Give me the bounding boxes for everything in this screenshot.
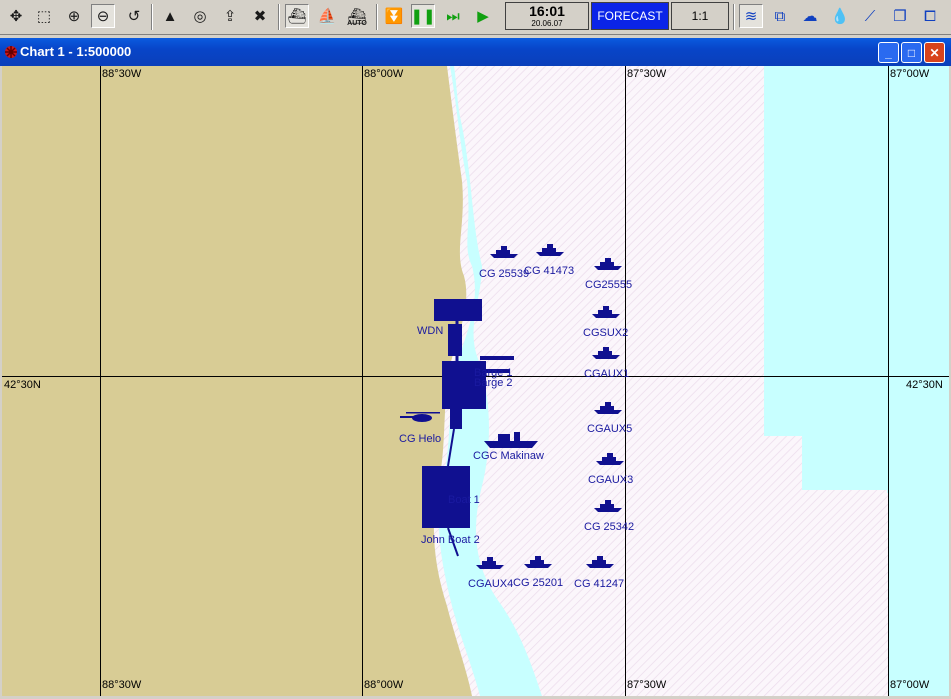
- vessel-label[interactable]: CGAUX3: [588, 474, 633, 486]
- longitude-label: 88°00W: [364, 679, 404, 691]
- cluster-block: [448, 324, 462, 356]
- cluster-label[interactable]: Barge 2: [474, 377, 513, 389]
- ship-view-icon[interactable]: ⛴: [285, 4, 309, 28]
- zoom-window-icon[interactable]: ⬚: [32, 4, 56, 28]
- export-icon[interactable]: ⇪: [218, 4, 242, 28]
- cluster-label[interactable]: Boat 1: [448, 494, 480, 506]
- longitude-label: 88°30W: [102, 68, 142, 80]
- undo-zoom-icon[interactable]: ↺: [122, 4, 146, 28]
- vessel-label[interactable]: CG25555: [585, 279, 632, 291]
- vessel-label[interactable]: CGAUX4: [468, 578, 513, 590]
- toolbar-separator: [733, 4, 735, 30]
- chart-window: Chart 1 - 1:500000 _ □ ✕ 88°30W 88°00W 8…: [0, 38, 951, 699]
- cluster-block: [450, 409, 462, 429]
- vessel-label[interactable]: CGSUX2: [583, 327, 628, 339]
- vessel-label[interactable]: CG 41247: [574, 578, 624, 590]
- clock-date: 20.06.07: [531, 19, 563, 28]
- longitude-label: 87°30W: [627, 68, 667, 80]
- forecast-button[interactable]: FORECAST: [591, 2, 669, 30]
- deep-water-area: [764, 66, 889, 490]
- maximize-button[interactable]: □: [901, 42, 922, 63]
- graph-icon[interactable]: ⧉: [768, 4, 792, 28]
- stop-icon[interactable]: ⏬: [382, 4, 406, 28]
- weather-icon[interactable]: ☁: [798, 4, 822, 28]
- vessel-icon[interactable]: ⛵: [315, 4, 339, 28]
- oil-spill-icon[interactable]: 💧: [828, 4, 852, 28]
- minimize-button[interactable]: _: [878, 42, 899, 63]
- pause-icon[interactable]: ❚❚: [410, 4, 436, 28]
- play-icon[interactable]: ▶: [471, 4, 495, 28]
- longitude-label: 88°00W: [364, 68, 404, 80]
- copy-icon[interactable]: ❐: [888, 4, 912, 28]
- windows-icon[interactable]: ⧠: [918, 4, 942, 28]
- vessel-label[interactable]: CG 41473: [524, 265, 574, 277]
- clock-time: 16:01: [529, 3, 565, 19]
- vessel-label[interactable]: CG Helo: [399, 433, 441, 445]
- auto-mode-button[interactable]: ⛴ AUTO: [345, 4, 369, 28]
- window-title: Chart 1 - 1:500000: [20, 44, 132, 59]
- main-toolbar: ✥ ⬚ ⊕ ⊖ ↺ ▲ ◎ ⇪ ✖ ⛴ ⛵ ⛴ AUTO ⏬ ❚❚ ⏭ ▶ 16:…: [0, 0, 951, 35]
- vessel-label[interactable]: CGAUX1: [584, 368, 629, 380]
- window-titlebar[interactable]: Chart 1 - 1:500000 _ □ ✕: [0, 38, 951, 66]
- simulation-clock: 16:01 20.06.07: [505, 2, 589, 30]
- vessel-label[interactable]: CG 25539: [479, 268, 529, 280]
- toolbar-separator: [151, 4, 153, 30]
- longitude-label: 87°00W: [890, 679, 930, 691]
- land-area: [2, 66, 472, 696]
- zoom-out-icon[interactable]: ⊖: [91, 4, 115, 28]
- fast-forward-icon[interactable]: ⏭: [441, 4, 465, 28]
- time-ratio-button[interactable]: 1:1: [671, 2, 729, 30]
- pan-icon[interactable]: ✥: [4, 4, 28, 28]
- longitude-label: 88°30W: [102, 679, 142, 691]
- vessel-label[interactable]: CG 25201: [513, 577, 563, 589]
- vessel-label[interactable]: CGAUX5: [587, 423, 632, 435]
- longitude-label: 87°00W: [890, 68, 930, 80]
- boom-icon[interactable]: ⟋: [858, 4, 882, 28]
- vessel-label[interactable]: CGC Makinaw: [473, 450, 544, 462]
- vessel-label[interactable]: John Boat 2: [421, 534, 480, 546]
- zoom-in-icon[interactable]: ⊕: [62, 4, 86, 28]
- latitude-label: 42°30N: [906, 379, 943, 391]
- chart-app-icon: [5, 46, 17, 58]
- toolbar-separator: [376, 4, 378, 30]
- cluster-label[interactable]: WDN: [417, 325, 443, 337]
- vessel-label[interactable]: CG 25342: [584, 521, 634, 533]
- nautical-chart[interactable]: 88°30W 88°00W 87°30W 87°00W 88°30W 88°00…: [2, 66, 949, 696]
- longitude-label: 87°30W: [627, 679, 667, 691]
- currents-icon[interactable]: ≋: [739, 4, 763, 28]
- toolbar-separator: [278, 4, 280, 30]
- target-icon[interactable]: ◎: [188, 4, 212, 28]
- barge-shape: [480, 356, 514, 360]
- drawing-tool-icon[interactable]: ▲: [158, 4, 182, 28]
- close-button[interactable]: ✕: [924, 42, 945, 63]
- delete-object-icon[interactable]: ✖: [248, 4, 272, 28]
- latitude-label: 42°30N: [4, 379, 41, 391]
